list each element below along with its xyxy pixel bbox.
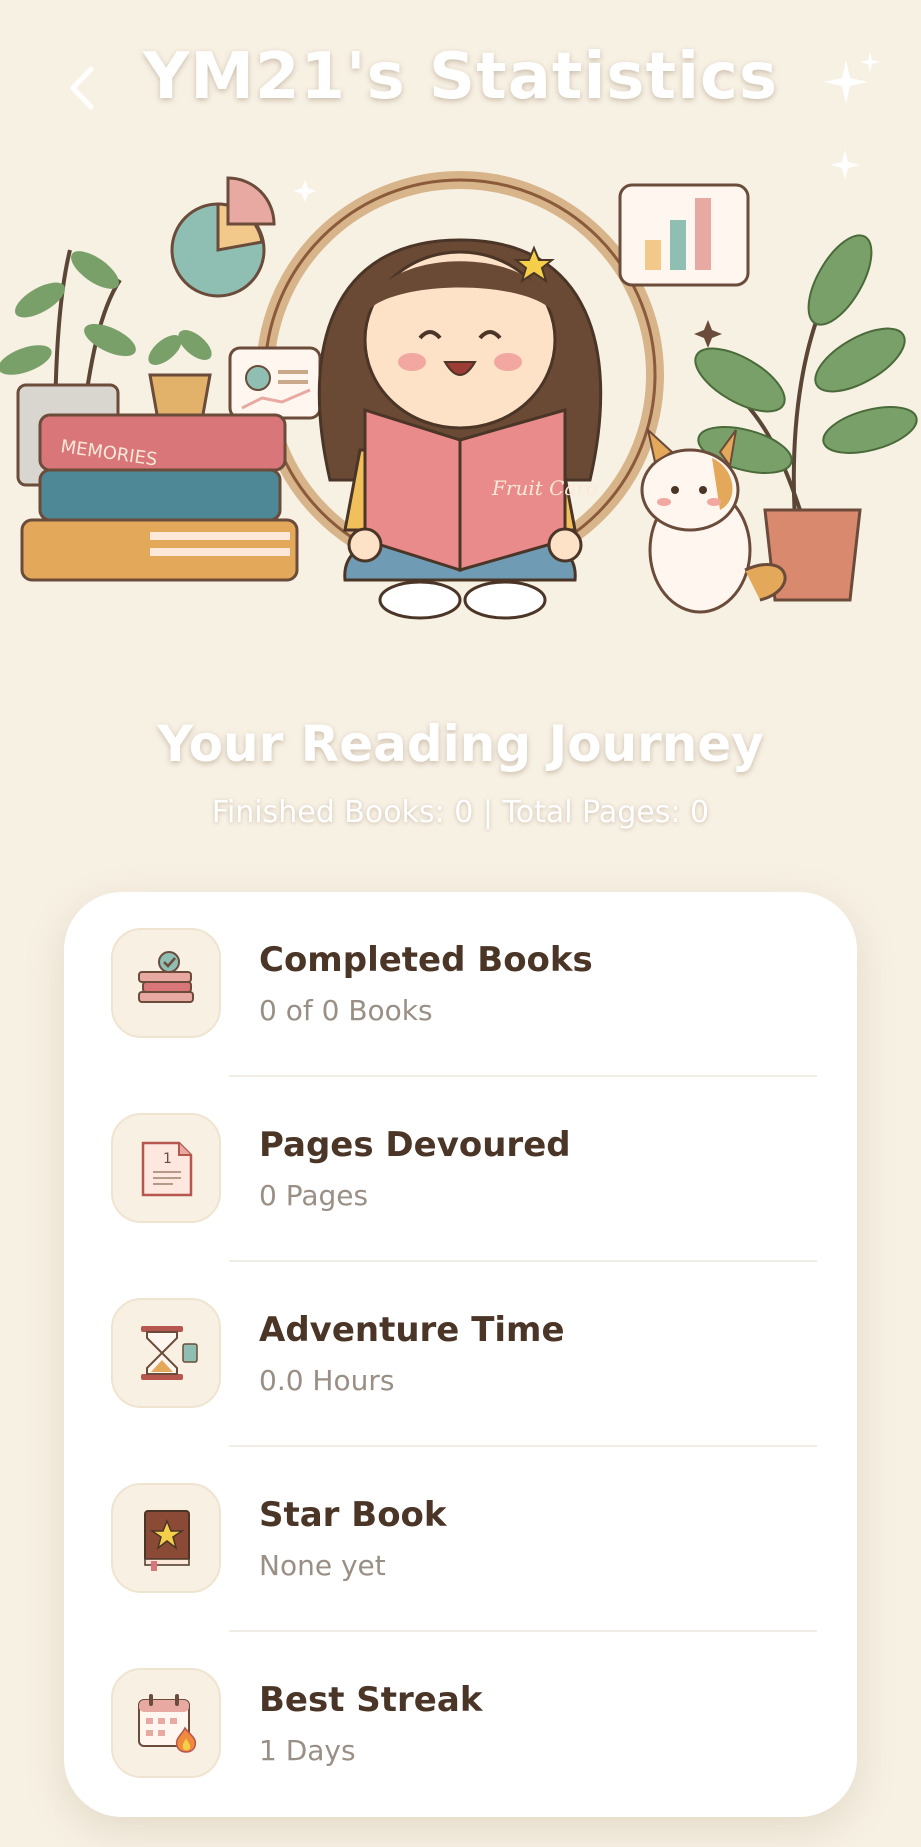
svg-text:Fruit Caro: Fruit Caro: [491, 476, 598, 500]
stat-row-adventure-time[interactable]: Adventure Time 0.0 Hours: [64, 1262, 857, 1447]
star-book-icon: [111, 1483, 221, 1593]
svg-text:1: 1: [163, 1151, 172, 1167]
stat-title: Pages Devoured: [259, 1125, 571, 1165]
stat-title: Completed Books: [259, 940, 593, 980]
stat-row-star-book[interactable]: Star Book None yet: [64, 1447, 857, 1632]
stat-title: Best Streak: [259, 1680, 483, 1720]
journey-subtitle: Finished Books: 0 | Total Pages: 0: [211, 795, 710, 830]
stat-value: 0.0 Hours: [259, 1364, 395, 1397]
hero-illustration: MEMORIES Fruit Caro: [0, 150, 921, 690]
stat-value: 0 Pages: [259, 1179, 369, 1212]
stat-row-completed-books[interactable]: Completed Books 0 of 0 Books: [64, 892, 857, 1077]
journey-title: Your Reading Journey: [157, 715, 764, 773]
sparkle-icon: [860, 52, 880, 72]
stat-value: 1 Days: [259, 1734, 356, 1767]
book-stack-check-icon: [111, 928, 221, 1038]
calendar-flame-icon: [111, 1668, 221, 1778]
hourglass-icon: [111, 1298, 221, 1408]
page-icon: 1: [111, 1113, 221, 1223]
stat-row-pages-devoured[interactable]: 1 Pages Devoured 0 Pages: [64, 1077, 857, 1262]
stat-value: 0 of 0 Books: [259, 994, 433, 1027]
stat-title: Adventure Time: [259, 1310, 565, 1350]
stat-value: None yet: [259, 1549, 386, 1582]
stat-title: Star Book: [259, 1495, 447, 1535]
page-title: YM21's Statistics: [142, 40, 779, 114]
stats-card: Completed Books 0 of 0 Books 1 Pages Dev…: [64, 892, 857, 1817]
header: YM21's Statistics: [0, 0, 921, 180]
stat-row-best-streak[interactable]: Best Streak 1 Days: [64, 1632, 857, 1817]
